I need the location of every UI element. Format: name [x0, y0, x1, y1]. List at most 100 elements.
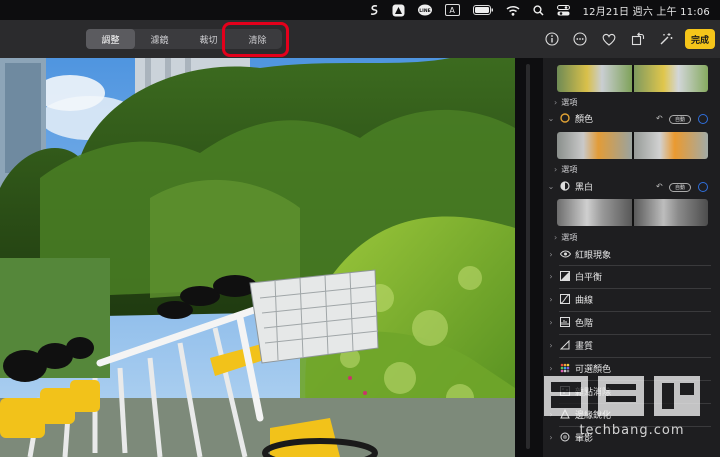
section-curves[interactable]: › 曲線: [546, 291, 593, 307]
sidebar-scrollbar[interactable]: [526, 64, 530, 449]
done-button[interactable]: 完成: [685, 29, 715, 49]
section-selective-color[interactable]: › 可選顏色: [546, 360, 611, 376]
line-icon[interactable]: LINE: [417, 3, 432, 17]
tab-adjust[interactable]: 調整: [86, 29, 135, 49]
section-vignette[interactable]: › 暈影: [546, 429, 593, 445]
divider: [559, 403, 711, 404]
black-white-options-toggle[interactable]: › 選項: [554, 232, 577, 243]
chevron-right-icon: ›: [549, 340, 553, 350]
control-center-icon[interactable]: [556, 3, 570, 17]
black-white-preview-strip[interactable]: [557, 199, 708, 226]
eye-icon: [559, 248, 571, 260]
curves-icon: [559, 293, 571, 305]
revert-icon[interactable]: ↶: [656, 114, 663, 123]
divider: [559, 380, 711, 381]
selective-color-icon: [559, 362, 571, 374]
section-label: 顏色: [575, 114, 594, 125]
levels-icon: [559, 316, 571, 328]
bicycles-photo: [0, 58, 515, 457]
adjust-sidebar: › 選項 ⌄ 顏色 ↶ 自動 › 選項 ⌄ 黑白 ↶ 自動 › 選項 › 紅眼現象 ›…: [543, 58, 720, 457]
chevron-right-icon: ›: [554, 233, 558, 242]
preview-thumb: [557, 199, 632, 226]
notch-app-icon[interactable]: [392, 3, 405, 17]
section-white-balance[interactable]: › 白平衡: [546, 268, 602, 284]
color-circle-icon: [559, 112, 571, 124]
section-noise-reduction[interactable]: › 雜點消除: [546, 383, 611, 399]
divider: [559, 426, 711, 427]
chevron-right-icon: ›: [554, 165, 558, 174]
input-badge-label: A: [449, 5, 455, 15]
section-label: 曲線: [575, 295, 594, 306]
info-icon[interactable]: [544, 31, 560, 47]
section-label: 暈影: [575, 433, 594, 444]
chevron-right-icon: ›: [549, 409, 553, 419]
chevron-right-icon: ›: [549, 386, 553, 396]
tab-filters[interactable]: 濾鏡: [135, 29, 184, 49]
menubar-clock[interactable]: 12月21日 週六 上午 11:06: [583, 3, 710, 18]
options-label: 選項: [561, 233, 578, 242]
preview-thumb: [633, 65, 708, 92]
section-label: 黑白: [575, 182, 594, 193]
color-options-toggle[interactable]: › 選項: [554, 164, 577, 175]
noise-icon: [559, 385, 571, 397]
divider: [559, 357, 711, 358]
divider: [559, 334, 711, 335]
section-label: 邊緣銳化: [575, 410, 612, 421]
chevron-right-icon: ›: [549, 271, 553, 281]
section-label: 紅眼現象: [575, 250, 612, 261]
section-label: 雜點消除: [575, 387, 612, 398]
section-levels[interactable]: › 色階: [546, 314, 593, 330]
toggle-ring-icon[interactable]: [698, 114, 708, 124]
section-label: 可選顏色: [575, 364, 612, 375]
search-icon[interactable]: [532, 3, 544, 17]
chevron-right-icon: ›: [549, 249, 553, 259]
photo-canvas[interactable]: [0, 58, 515, 457]
options-label: 選項: [561, 98, 578, 107]
preview-thumb: [633, 132, 708, 159]
input-method-icon[interactable]: A: [444, 4, 460, 16]
edit-toolbar: 調整 濾鏡 裁切 清除 完成: [0, 20, 720, 58]
auto-button[interactable]: 自動: [669, 183, 691, 192]
more-icon[interactable]: [572, 31, 588, 47]
photos-edit-window: { "menubar": { "clock": "12月21日 週六 上午 11…: [0, 0, 720, 457]
section-sharpen[interactable]: › 邊緣銳化: [546, 406, 611, 422]
sharpen-icon: [559, 408, 571, 420]
section-color[interactable]: ⌄ 顏色: [546, 110, 593, 126]
light-preview-strip[interactable]: [557, 65, 708, 92]
color-preview-strip[interactable]: [557, 132, 708, 159]
light-options-toggle[interactable]: › 選項: [554, 97, 577, 108]
rotate-icon[interactable]: [630, 31, 646, 47]
white-balance-icon: [559, 270, 571, 282]
magic-wand-icon[interactable]: [658, 31, 674, 47]
chevron-down-icon: ⌄: [547, 113, 555, 123]
chevron-right-icon: ›: [549, 432, 553, 442]
preview-thumb: [557, 132, 632, 159]
section-label: 畫質: [575, 341, 594, 352]
svg-text:LINE: LINE: [419, 8, 430, 14]
section-definition[interactable]: › 畫質: [546, 337, 593, 353]
options-label: 選項: [561, 165, 578, 174]
scribble-icon[interactable]: [369, 3, 379, 17]
chevron-right-icon: ›: [549, 294, 553, 304]
divider: [559, 265, 711, 266]
section-label: 色階: [575, 318, 594, 329]
vignette-icon: [559, 431, 571, 443]
toggle-ring-icon[interactable]: [698, 182, 708, 192]
chevron-right-icon: ›: [549, 363, 553, 373]
definition-icon: [559, 339, 571, 351]
chevron-right-icon: ›: [554, 98, 558, 107]
favorite-heart-icon[interactable]: [601, 31, 617, 47]
divider: [559, 288, 711, 289]
revert-icon[interactable]: ↶: [656, 182, 663, 191]
chevron-right-icon: ›: [549, 317, 553, 327]
clean-up-highlight-annotation: [222, 22, 289, 57]
auto-button[interactable]: 自動: [669, 115, 691, 124]
wifi-icon[interactable]: [506, 3, 520, 17]
preview-thumb: [633, 199, 708, 226]
preview-thumb: [557, 65, 632, 92]
section-red-eye[interactable]: › 紅眼現象: [546, 246, 611, 262]
battery-icon[interactable]: [472, 3, 493, 17]
section-black-white[interactable]: ⌄ 黑白: [546, 178, 593, 194]
menu-bar: LINE A 12月21日 週六 上午 11:06: [0, 0, 720, 20]
divider: [559, 311, 711, 312]
